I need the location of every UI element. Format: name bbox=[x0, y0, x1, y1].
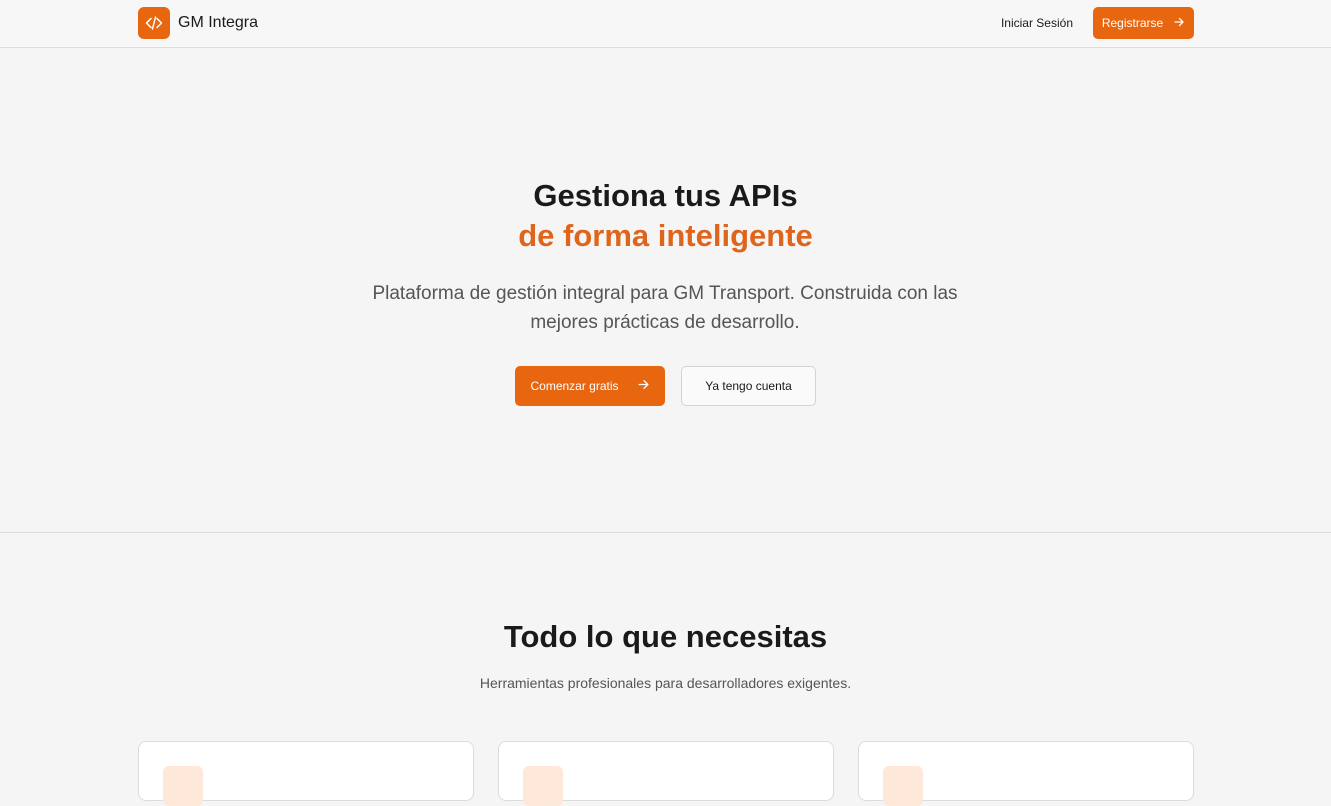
nav-actions: Iniciar Sesión Registrarse bbox=[1001, 7, 1194, 39]
register-button[interactable]: Registrarse bbox=[1093, 7, 1194, 39]
features-subtitle: Herramientas profesionales para desarrol… bbox=[479, 675, 852, 691]
feature-icon bbox=[523, 766, 563, 806]
feature-card bbox=[138, 741, 474, 806]
arrow-right-icon bbox=[1173, 16, 1185, 31]
brand[interactable]: GM Integra bbox=[138, 7, 258, 39]
feature-icon bbox=[163, 766, 203, 806]
hero-actions: Comenzar gratis Ya tengo cuenta bbox=[0, 366, 1331, 406]
hero-title-line1: Gestiona tus APIs bbox=[533, 178, 798, 213]
features-section: Todo lo que necesitas Herramientas profe… bbox=[0, 533, 1331, 806]
feature-icon bbox=[883, 766, 923, 806]
start-free-button[interactable]: Comenzar gratis bbox=[515, 366, 665, 406]
features-title: Todo lo que necesitas bbox=[503, 619, 828, 654]
code-icon bbox=[138, 7, 170, 39]
start-free-label: Comenzar gratis bbox=[530, 379, 619, 393]
login-link[interactable]: Iniciar Sesión bbox=[1001, 16, 1073, 30]
register-button-label: Registrarse bbox=[1101, 16, 1164, 30]
feature-card bbox=[858, 741, 1194, 806]
hero-title: Gestiona tus APIs de forma inteligente bbox=[0, 176, 1331, 256]
hero-title-line2: de forma inteligente bbox=[518, 218, 813, 253]
arrow-right-icon bbox=[637, 378, 650, 394]
hero-section: Gestiona tus APIs de forma inteligente P… bbox=[0, 48, 1331, 533]
hero-subtitle: Plataforma de gestión integral para GM T… bbox=[372, 283, 958, 333]
have-account-button[interactable]: Ya tengo cuenta bbox=[681, 366, 816, 406]
feature-card bbox=[498, 741, 834, 806]
brand-name: GM Integra bbox=[178, 14, 259, 31]
top-navbar: GM Integra Iniciar Sesión Registrarse bbox=[0, 0, 1331, 48]
